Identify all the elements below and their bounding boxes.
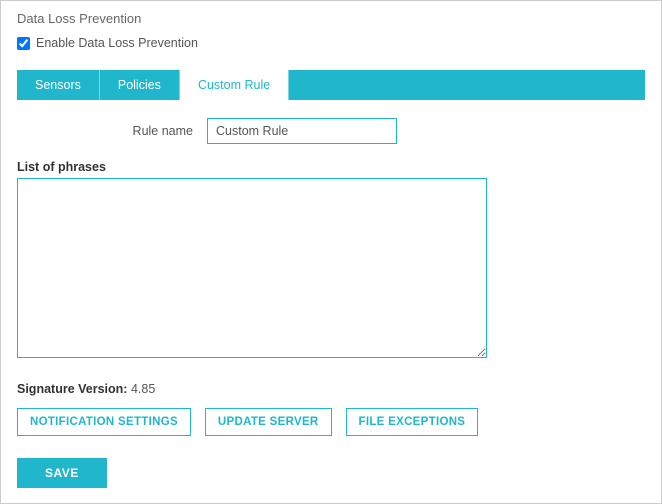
secondary-buttons-row: NOTIFICATION SETTINGS UPDATE SERVER FILE… <box>17 408 645 436</box>
tab-filler <box>289 70 645 100</box>
update-server-button[interactable]: UPDATE SERVER <box>205 408 332 436</box>
tab-bar: Sensors Policies Custom Rule <box>17 70 645 100</box>
save-button[interactable]: SAVE <box>17 458 107 488</box>
tab-sensors[interactable]: Sensors <box>17 70 100 100</box>
signature-label: Signature Version: <box>17 382 127 396</box>
rule-name-input[interactable] <box>207 118 397 144</box>
enable-dlp-label: Enable Data Loss Prevention <box>36 36 198 50</box>
rule-name-label: Rule name <box>87 124 207 138</box>
rule-name-row: Rule name <box>87 118 645 144</box>
dlp-panel: Data Loss Prevention Enable Data Loss Pr… <box>0 0 662 504</box>
notification-settings-button[interactable]: NOTIFICATION SETTINGS <box>17 408 191 436</box>
file-exceptions-button[interactable]: FILE EXCEPTIONS <box>346 408 479 436</box>
tab-policies[interactable]: Policies <box>100 70 180 100</box>
tab-custom-rule[interactable]: Custom Rule <box>180 70 289 100</box>
enable-dlp-checkbox[interactable] <box>17 37 30 50</box>
enable-row: Enable Data Loss Prevention <box>17 36 645 50</box>
phrases-label: List of phrases <box>17 160 645 174</box>
signature-row: Signature Version: 4.85 <box>17 382 645 396</box>
page-title: Data Loss Prevention <box>17 11 645 26</box>
phrases-textarea[interactable] <box>17 178 487 358</box>
signature-value: 4.85 <box>131 382 155 396</box>
